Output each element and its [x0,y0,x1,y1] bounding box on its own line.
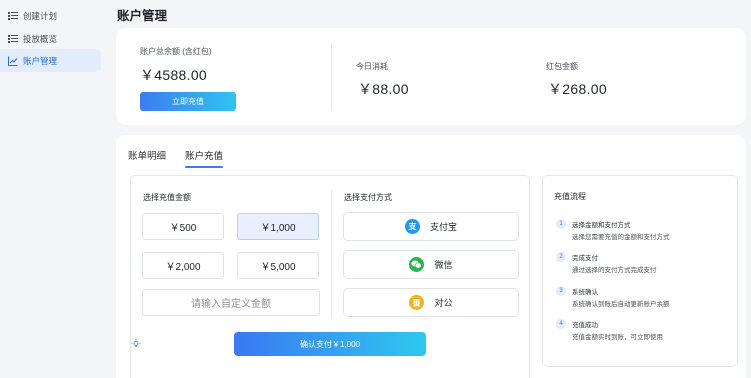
pay-method-label: 对公 [434,298,453,308]
step-number-badge: 4 [556,319,566,329]
today-spend-label: 今日消耗 [356,62,388,71]
divider [331,190,332,318]
list-icon [8,34,18,44]
pay-method-corporate[interactable]: 对公 [343,288,519,317]
step-description: 系统确认到账后自动更新账户余额 [572,301,670,308]
step-title: 完成支付 [572,255,598,262]
redpacket-label: 红包金额 [546,62,578,71]
recharge-flow-panel: 充值流程 1 选择金额和支付方式 选择您需要充值的金额和支付方式 2 完成支付 … [542,175,738,367]
today-spend-value: ￥88.00 [358,81,409,97]
wechat-icon [409,257,425,272]
pay-method-wechat[interactable]: 微信 [343,250,519,279]
custom-amount-input[interactable]: 请输入自定义金额 [142,289,320,316]
redpacket-value: ￥268.00 [548,81,607,97]
page-title: 账户管理 [117,9,168,23]
sidebar: 创建计划 投放概览 账户管理 [0,0,108,378]
step-title: 选择金额和支付方式 [572,222,631,229]
tab-account-recharge[interactable]: 账户充值 [185,148,224,168]
lightbulb-icon [131,336,141,347]
list-icon [8,11,18,21]
pay-method-section-label: 选择支付方式 [344,193,392,202]
building-icon [409,295,425,310]
step-description: 通过选择的支付方式完成支付 [572,267,657,274]
flow-title: 充值流程 [554,192,586,201]
sidebar-item-account[interactable]: 账户管理 [0,49,101,72]
recharge-now-button[interactable]: 立即充值 [140,92,236,111]
amount-option-2000[interactable]: ￥2,000 [142,252,224,279]
balance-label: 账户总余额 (含红包) [140,47,212,56]
step-number-badge: 2 [556,252,566,262]
alipay-icon: 支 [404,219,420,234]
amount-option-500[interactable]: ￥500 [142,213,224,240]
step-title: 充值成功 [572,322,598,329]
account-main-card: 账单明细 账户充值 选择充值金额 ￥500 ￥1,000 ￥2,000 ￥5,0… [116,135,746,378]
step-number-badge: 3 [556,286,566,296]
balance-summary-card: 账户总余额 (含红包) ￥4588.00 立即充值 今日消耗 ￥88.00 红包… [116,28,746,125]
recharge-panel: 选择充值金额 ￥500 ￥1,000 ￥2,000 ￥5,000 请输入自定义金… [130,175,530,378]
sidebar-item-label: 账户管理 [23,55,58,66]
sidebar-item-label: 创建计划 [23,10,58,21]
sidebar-item-overview[interactable]: 投放概览 [0,27,101,50]
sidebar-item-create-plan[interactable]: 创建计划 [0,4,101,27]
confirm-payment-button[interactable]: 确认支付￥1,000 [234,332,426,356]
divider [331,44,332,110]
step-number-badge: 1 [556,219,566,229]
amount-section-label: 选择充值金额 [143,193,191,202]
pay-method-alipay[interactable]: 支 支付宝 [343,212,519,241]
tab-bar: 账单明细 账户充值 [128,148,242,168]
amount-option-1000[interactable]: ￥1,000 [237,213,319,240]
chart-line-icon [8,56,18,66]
tab-billing-details[interactable]: 账单明细 [128,148,166,168]
step-title: 系统确认 [572,289,598,296]
step-description: 充值金额实时到账，可立即使用 [572,334,663,341]
pay-method-label: 支付宝 [429,222,457,232]
sidebar-item-label: 投放概览 [23,33,58,44]
amount-option-5000[interactable]: ￥5,000 [237,252,319,279]
step-description: 选择您需要充值的金额和支付方式 [572,234,670,241]
balance-value: ￥4588.00 [140,67,208,83]
pay-method-label: 微信 [434,260,453,270]
